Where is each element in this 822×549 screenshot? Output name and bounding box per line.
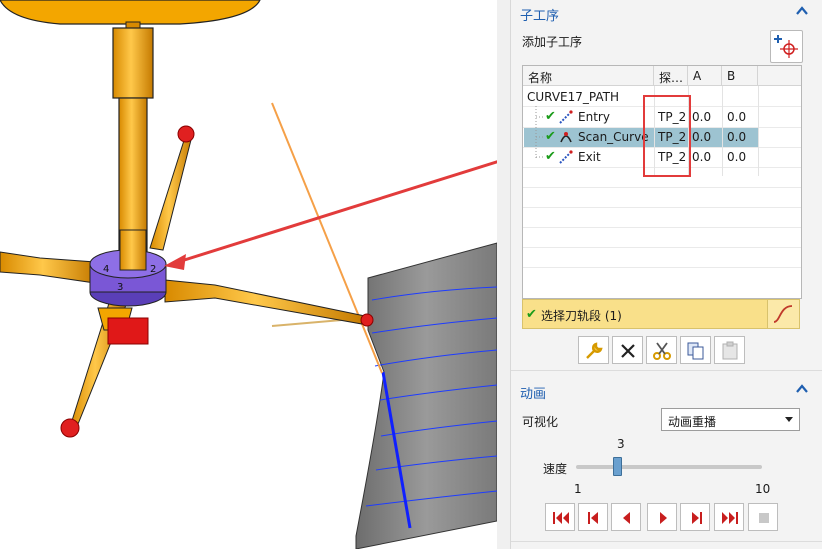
last-icon (722, 512, 738, 524)
speed-label: 速度 (543, 462, 568, 476)
visualization-select[interactable]: 动画重播 (661, 408, 800, 431)
select-toolpath-label: 选择刀轨段 (1) (541, 309, 622, 323)
animation-title: 动画 (520, 387, 547, 402)
speed-slider-track[interactable] (576, 465, 762, 469)
check-icon: ✔ (526, 307, 537, 322)
play-icon (660, 512, 667, 524)
chevron-up-icon[interactable] (795, 382, 809, 396)
visualization-value: 动画重播 (668, 415, 717, 429)
scan-path-icon (560, 132, 572, 143)
copy-icon (687, 342, 704, 360)
step-back-icon (588, 512, 598, 524)
copy-button[interactable] (680, 336, 711, 364)
subops-title: 子工序 (520, 9, 560, 24)
delete-icon (621, 344, 635, 358)
row-name: Exit (578, 150, 601, 164)
select-toolpath-bar[interactable]: ✔ 选择刀轨段 (1) (522, 299, 800, 329)
first-button[interactable] (545, 503, 575, 531)
check-icon: ✔ (545, 109, 556, 124)
edit-button[interactable] (578, 336, 609, 364)
check-icon: ✔ (545, 129, 556, 144)
svg-text:3: 3 (117, 282, 123, 293)
path-icon (559, 150, 573, 164)
add-subop-button[interactable] (770, 30, 803, 63)
curve-icon (773, 305, 793, 323)
step-forward-icon (692, 512, 702, 524)
animation-header[interactable]: 动画 (511, 378, 822, 404)
row-b: 0.0 (727, 110, 747, 124)
row-a: 0.0 (692, 150, 712, 164)
operation-panel: 子工序 添加子工序 名称 探… A B CURVE17_PATH ✔ Entry… (510, 0, 822, 549)
add-subop-label: 添加子工序 (522, 35, 583, 49)
chevron-up-icon[interactable] (795, 4, 809, 18)
check-icon: ✔ (545, 149, 556, 164)
visualization-label: 可视化 (522, 415, 559, 429)
speed-min: 1 (574, 482, 582, 496)
path-icon (559, 110, 573, 124)
speed-max: 10 (755, 482, 771, 496)
section-divider (511, 370, 822, 371)
row-a: 0.0 (692, 130, 712, 144)
wrench-icon (586, 342, 603, 359)
section-divider (511, 541, 822, 542)
chevron-down-icon (785, 417, 793, 422)
play-back-icon (623, 512, 630, 524)
select-curve-button[interactable] (767, 300, 799, 328)
svg-text:4: 4 (103, 264, 109, 275)
step-forward-button[interactable] (680, 503, 710, 531)
play-back-button[interactable] (611, 503, 641, 531)
first-icon (553, 512, 569, 524)
cut-button[interactable] (646, 336, 677, 364)
speed-slider-thumb[interactable] (613, 457, 623, 476)
row-name: Entry (578, 110, 610, 124)
viewport-splitter[interactable] (497, 0, 510, 549)
row-b: 0.0 (727, 130, 747, 144)
highlight-box (643, 95, 691, 177)
speed-value: 3 (617, 437, 625, 451)
row-a: 0.0 (692, 110, 712, 124)
stop-button[interactable] (748, 503, 778, 531)
probe-scene: 3 4 2 (0, 0, 510, 549)
svg-text:2: 2 (150, 264, 156, 275)
step-back-button[interactable] (578, 503, 608, 531)
paste-icon (722, 341, 738, 360)
blade-surface (355, 242, 498, 549)
row-b: 0.0 (727, 150, 747, 164)
subop-table[interactable]: 名称 探… A B CURVE17_PATH ✔ Entry TP_2 0.0 … (522, 65, 802, 299)
probe-shaft (112, 27, 154, 99)
stop-icon (759, 513, 769, 523)
delete-button[interactable] (612, 336, 643, 364)
cut-icon (653, 342, 671, 360)
subops-header[interactable]: 子工序 (511, 0, 822, 26)
probe-head (0, 0, 261, 25)
row-name: Scan_Curve (578, 130, 649, 144)
last-button[interactable] (714, 503, 744, 531)
graphics-viewport[interactable]: 3 4 2 (0, 0, 510, 549)
paste-button[interactable] (714, 336, 745, 364)
play-button[interactable] (647, 503, 677, 531)
add-subop-icon (774, 35, 798, 58)
